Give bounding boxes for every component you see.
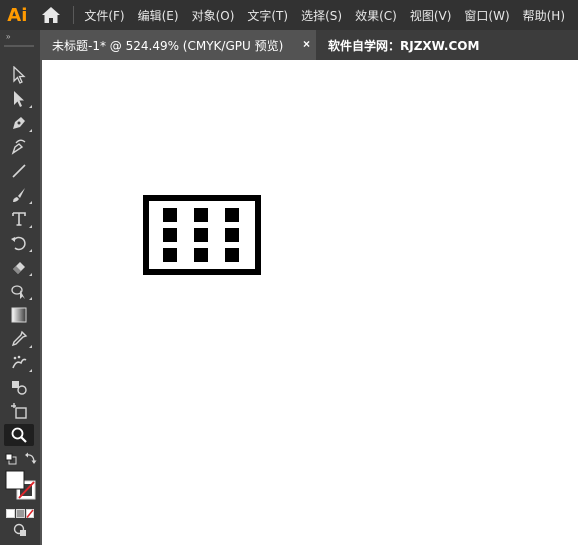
tool-flyout-indicator bbox=[29, 105, 32, 108]
eyedropper-tool[interactable] bbox=[4, 328, 34, 350]
default-fill-stroke-button[interactable] bbox=[5, 452, 17, 465]
tool-flyout-indicator bbox=[29, 129, 32, 132]
eraser-tool[interactable] bbox=[4, 256, 34, 278]
curvature-tool[interactable] bbox=[4, 136, 34, 158]
grid-cell bbox=[194, 208, 208, 222]
grid-icon[interactable] bbox=[143, 195, 261, 275]
artboard-icon bbox=[11, 403, 27, 419]
tools-panel: » bbox=[0, 30, 40, 545]
menu-window[interactable]: 窗口(W) bbox=[464, 7, 509, 24]
home-icon bbox=[42, 7, 60, 23]
tool-flyout-indicator bbox=[29, 369, 32, 372]
shape-builder-tool[interactable] bbox=[4, 280, 34, 302]
fill-stroke-swatches[interactable] bbox=[5, 470, 39, 502]
menu-separator bbox=[73, 6, 75, 24]
line-segment-icon bbox=[12, 164, 26, 178]
fill-stroke-swatch-icon bbox=[5, 470, 36, 500]
rotate-tool[interactable] bbox=[4, 232, 34, 254]
menu-type[interactable]: 文字(T) bbox=[247, 7, 288, 24]
eraser-icon bbox=[13, 262, 25, 274]
swap-fill-stroke-button[interactable] bbox=[24, 451, 38, 465]
live-paint-icon bbox=[12, 381, 27, 395]
close-tab-button[interactable]: × bbox=[303, 37, 310, 51]
tool-flyout-indicator bbox=[29, 273, 32, 276]
menu-bar: Ai 文件(F) 编辑(E) 对象(O) 文字(T) 选择(S) 效果(C) 视… bbox=[0, 0, 578, 30]
type-t-icon bbox=[12, 212, 26, 226]
grid-cell bbox=[194, 228, 208, 242]
gradient-tool[interactable] bbox=[4, 304, 34, 326]
grid-cell bbox=[163, 228, 177, 242]
artboard-tool[interactable] bbox=[4, 400, 34, 422]
shape-builder-icon bbox=[11, 285, 25, 299]
direct-selection-tool[interactable] bbox=[4, 88, 34, 110]
grid-cell bbox=[225, 208, 239, 222]
pen-tool[interactable] bbox=[4, 112, 34, 134]
zoom-magnifier-icon bbox=[11, 427, 27, 443]
watermark-text: 软件自学网：RJZXW.COM bbox=[328, 38, 480, 53]
tool-flyout-indicator bbox=[29, 345, 32, 348]
curvature-pen-icon bbox=[11, 139, 26, 155]
eyedropper-icon bbox=[11, 330, 28, 347]
symbol-sprayer-tool[interactable] bbox=[4, 352, 34, 374]
drawing-mode-button[interactable] bbox=[13, 523, 27, 537]
menu-select[interactable]: 选择(S) bbox=[301, 7, 342, 24]
live-paint-bucket-tool[interactable] bbox=[4, 376, 34, 398]
home-button[interactable] bbox=[35, 0, 68, 30]
app-logo: Ai bbox=[7, 4, 28, 26]
grid-cell bbox=[163, 248, 177, 262]
paintbrush-icon bbox=[13, 188, 25, 202]
menu-help[interactable]: 帮助(H) bbox=[523, 7, 565, 24]
tool-flyout-indicator bbox=[29, 201, 32, 204]
menu-effect[interactable]: 效果(C) bbox=[355, 7, 397, 24]
direct-selection-arrow-icon bbox=[14, 91, 24, 107]
tool-flyout-indicator bbox=[29, 249, 32, 252]
tool-flyout-indicator bbox=[29, 297, 32, 300]
line-segment-tool[interactable] bbox=[4, 160, 34, 182]
paintbrush-tool[interactable] bbox=[4, 184, 34, 206]
selection-arrow-icon bbox=[13, 66, 26, 84]
grid-cells bbox=[163, 208, 239, 262]
document-tab-title: 未标题-1* @ 524.49% (CMYK/GPU 预览) bbox=[52, 38, 284, 53]
color-gradient-none-icon bbox=[6, 509, 34, 518]
menu-object[interactable]: 对象(O) bbox=[192, 7, 235, 24]
grid-cell bbox=[163, 208, 177, 222]
draw-mode-icon bbox=[13, 523, 26, 536]
color-mode-buttons[interactable] bbox=[6, 506, 34, 518]
type-tool[interactable] bbox=[4, 208, 34, 230]
tool-flyout-indicator bbox=[29, 225, 32, 228]
document-tab[interactable]: 未标题-1* @ 524.49% (CMYK/GPU 预览) × bbox=[42, 30, 316, 60]
document-tab-bar: 未标题-1* @ 524.49% (CMYK/GPU 预览) × 软件自学网：R… bbox=[42, 30, 578, 60]
menu-file[interactable]: 文件(F) bbox=[84, 7, 124, 24]
menu-edit[interactable]: 编辑(E) bbox=[138, 7, 179, 24]
panel-grip-bar[interactable] bbox=[4, 45, 34, 47]
rotate-icon bbox=[11, 236, 26, 251]
symbol-sprayer-icon bbox=[12, 355, 27, 369]
default-colors-icon bbox=[5, 453, 17, 465]
swap-arrows-icon bbox=[25, 452, 37, 464]
panel-collapse-icon[interactable]: » bbox=[6, 32, 11, 41]
pen-icon bbox=[13, 117, 25, 129]
grid-cell bbox=[225, 228, 239, 242]
grid-cell bbox=[194, 248, 208, 262]
menu-view[interactable]: 视图(V) bbox=[410, 7, 452, 24]
grid-cell bbox=[225, 248, 239, 262]
gradient-icon bbox=[11, 307, 27, 323]
artboard-canvas[interactable] bbox=[42, 60, 578, 545]
selection-tool[interactable] bbox=[4, 64, 34, 86]
zoom-tool[interactable] bbox=[4, 424, 34, 446]
